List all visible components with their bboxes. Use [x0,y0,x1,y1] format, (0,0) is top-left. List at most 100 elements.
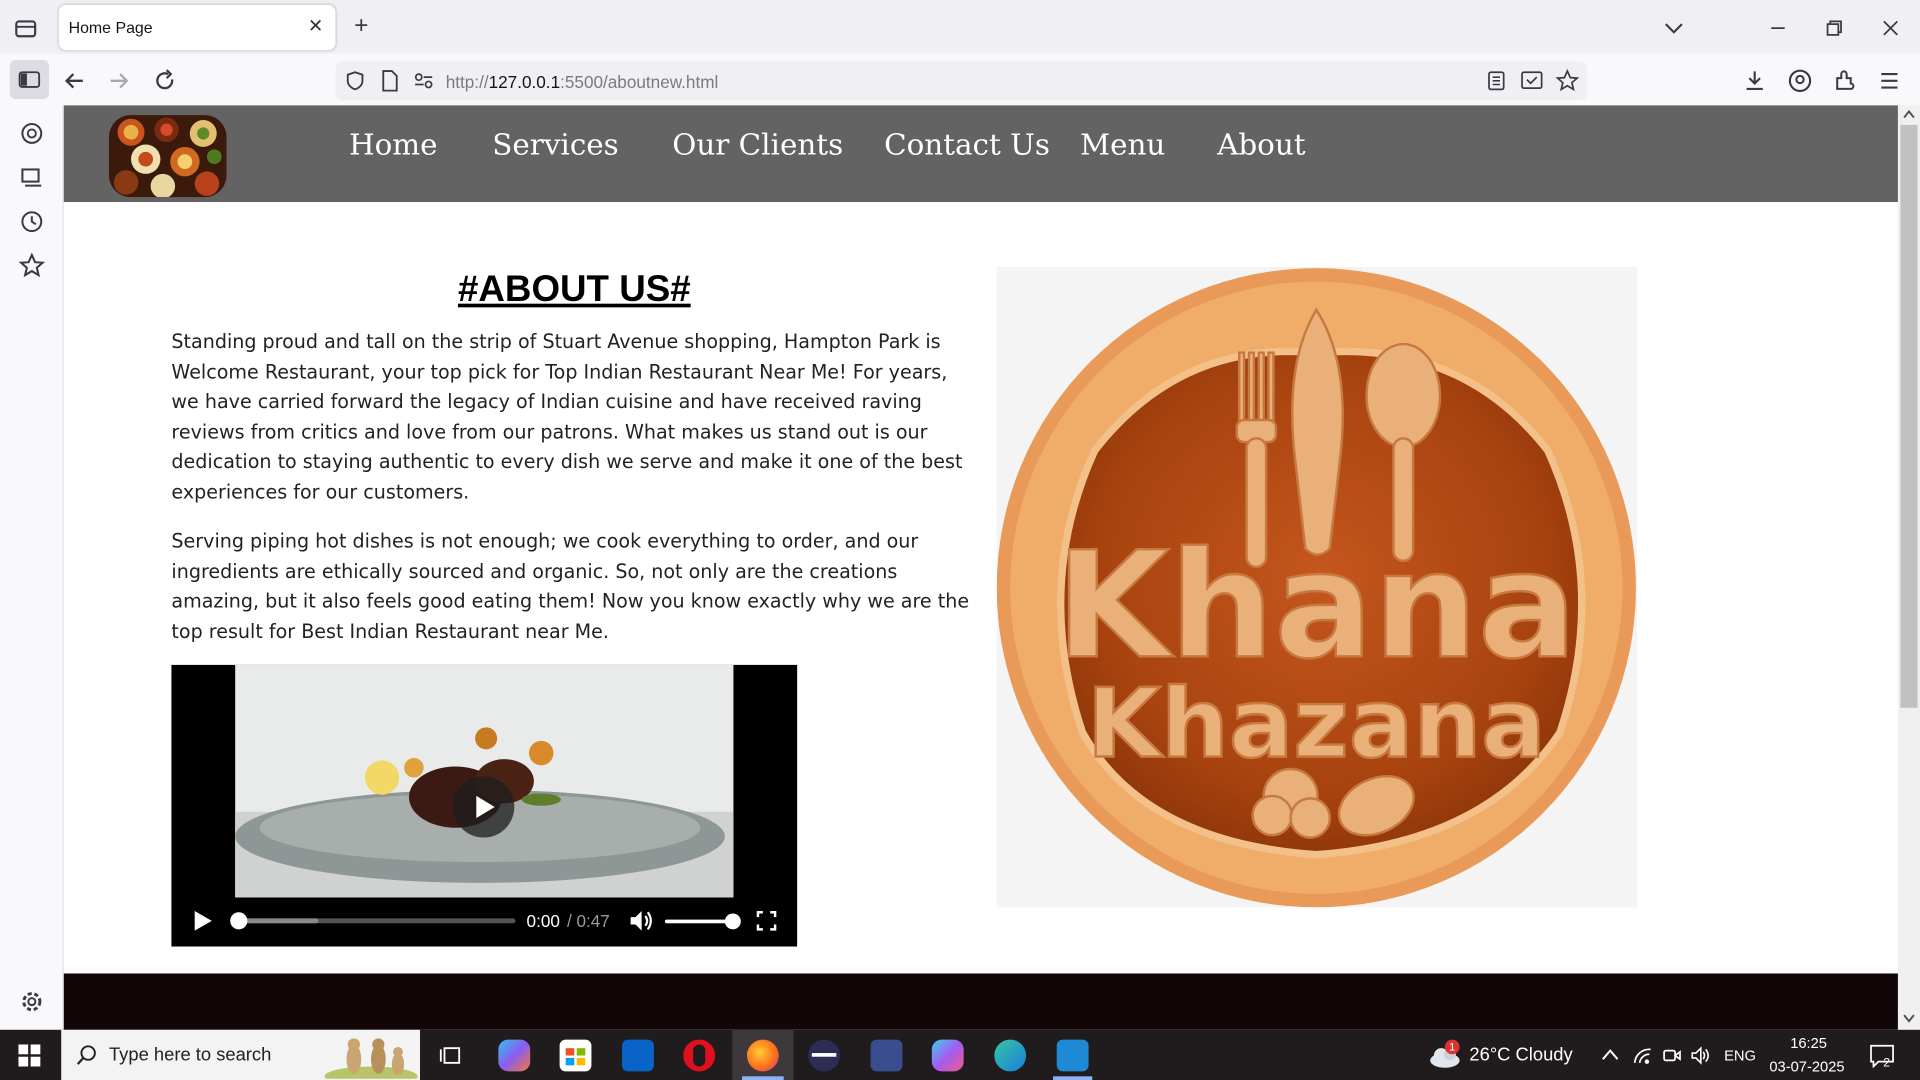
eclipse-app-icon[interactable] [808,1039,840,1072]
url-path: :5500/aboutnew.html [560,72,719,92]
browser-sidebar [0,105,64,1030]
nav-menu[interactable]: Menu [1080,127,1165,161]
volume-icon[interactable] [628,909,655,933]
account-icon[interactable] [1787,67,1814,94]
url-prefix: http:// [445,72,489,92]
permissions-icon[interactable] [413,71,435,91]
opera-browser-icon[interactable] [683,1039,716,1072]
search-icon [76,1045,96,1065]
bookmark-star-icon[interactable] [1555,68,1580,93]
downloads-icon[interactable] [1741,67,1768,94]
tab-list-icon[interactable] [12,15,39,42]
active-tab[interactable]: Home Page ✕ [58,4,336,51]
address-bar[interactable]: http://127.0.0.1:5500/aboutnew.html [335,61,1587,101]
nav-contact-us[interactable]: Contact Us [884,127,1050,161]
about-heading: #ABOUT US# [457,269,691,310]
video-player[interactable]: 0:00 / 0:47 [171,664,798,947]
running-app-indicator [1053,1076,1093,1080]
clock-date[interactable]: 03-07-2025 [1769,1058,1844,1075]
bookmarks-icon[interactable] [18,252,46,279]
site-footer [63,973,1898,1030]
nav-services[interactable]: Services [492,127,619,161]
windows-start-icon[interactable] [18,1044,41,1067]
minimize-icon[interactable] [1764,15,1791,42]
fullscreen-icon[interactable] [756,910,778,932]
nav-about[interactable]: About [1217,127,1305,161]
reader-view-icon[interactable] [1485,70,1507,92]
menu-icon[interactable] [1876,67,1903,94]
speaker-volume-icon[interactable] [1690,1046,1712,1066]
windows-taskbar: Type here to search 1 26°C Cloudy ENG 16… [0,1029,1920,1080]
remote-desktop-icon[interactable] [870,1039,903,1072]
chevron-down-icon[interactable] [1660,15,1687,42]
outlook-app-icon[interactable] [622,1039,654,1072]
scroll-thumb[interactable] [1900,124,1918,708]
notification-center-icon[interactable] [1869,1043,1896,1068]
site-logo[interactable] [108,115,227,198]
page-scrollbar[interactable] [1897,105,1920,1030]
tab-title: Home Page [68,18,153,37]
restore-icon[interactable] [1821,15,1848,42]
center-play-button[interactable] [453,776,515,838]
scroll-down-icon[interactable] [1903,1014,1915,1024]
vscode-app-icon [1056,1039,1089,1072]
url-text[interactable]: http://127.0.0.1:5500/aboutnew.html [446,72,719,92]
network-icon[interactable] [1632,1046,1653,1066]
new-tab-button[interactable]: + [348,13,375,40]
nav-our-clients[interactable]: Our Clients [672,127,843,161]
browser-toolbar: http://127.0.0.1:5500/aboutnew.html [0,53,1920,106]
task-view-icon[interactable] [438,1043,462,1067]
scroll-up-icon[interactable] [1903,109,1915,119]
weather-text[interactable]: 26°C Cloudy [1469,1044,1572,1065]
taskbar-search-box[interactable]: Type here to search [61,1029,421,1080]
page-icon [382,70,398,92]
seek-knob[interactable] [230,912,248,930]
copilot-app-icon[interactable] [498,1039,531,1072]
current-time: 0:00 [526,911,560,931]
browser-tab-bar: Home Page ✕ + [0,0,1920,54]
microsoft-365-icon[interactable] [931,1039,964,1072]
food-platter-image [108,115,227,198]
nav-home[interactable]: Home [349,127,438,161]
settings-gear-icon[interactable] [18,988,45,1015]
logo-line-2: Khazana [1087,668,1546,780]
input-language[interactable]: ENG [1724,1047,1756,1064]
picture-in-picture-icon[interactable] [1520,70,1544,92]
edge-browser-icon[interactable] [994,1039,1027,1072]
restaurant-logo: Khana Khazana [996,266,1638,908]
search-placeholder: Type here to search [108,1044,272,1066]
tab-close-icon[interactable]: ✕ [308,15,323,37]
history-icon[interactable] [18,208,45,235]
url-host: 127.0.0.1 [488,72,561,92]
show-hidden-icons-chevron[interactable] [1600,1047,1620,1062]
seek-bar[interactable] [230,912,516,930]
shield-icon[interactable] [344,70,366,92]
weather-alert-badge: 1 [1444,1039,1460,1055]
khana-khazana-logo-image: Khana Khazana [996,268,1636,908]
active-app-indicator [742,1076,784,1080]
play-control-icon[interactable] [193,910,213,932]
about-paragraph-1: Standing proud and tall on the strip of … [171,330,963,504]
extensions-icon[interactable] [1832,67,1859,94]
sidebar-icon [18,71,41,88]
microsoft-store-icon[interactable] [559,1039,592,1072]
site-navbar: Home Services Our Clients Contact Us Men… [63,105,1898,203]
volume-knob[interactable] [724,913,741,930]
firefox-taskbar-item[interactable] [732,1029,794,1080]
sidebar-toggle-button[interactable] [9,60,49,100]
volume-slider[interactable] [664,913,741,930]
vscode-taskbar-item[interactable] [1043,1030,1102,1080]
meet-now-icon[interactable] [1662,1046,1683,1066]
clock-time[interactable]: 16:25 [1790,1035,1827,1052]
reload-icon[interactable] [152,67,179,94]
notification-count: 2 [1883,1056,1891,1071]
meerkat-search-highlight-image [324,1038,418,1079]
back-arrow-icon[interactable] [61,67,88,94]
logo-line-1: Khana [1056,520,1577,691]
duration: / 0:47 [566,911,610,931]
close-window-icon[interactable] [1877,15,1904,42]
forward-arrow-icon[interactable] [105,67,132,94]
volume-fill [664,919,734,924]
ai-chatbot-icon[interactable] [18,120,45,147]
synced-tabs-icon[interactable] [18,164,45,191]
